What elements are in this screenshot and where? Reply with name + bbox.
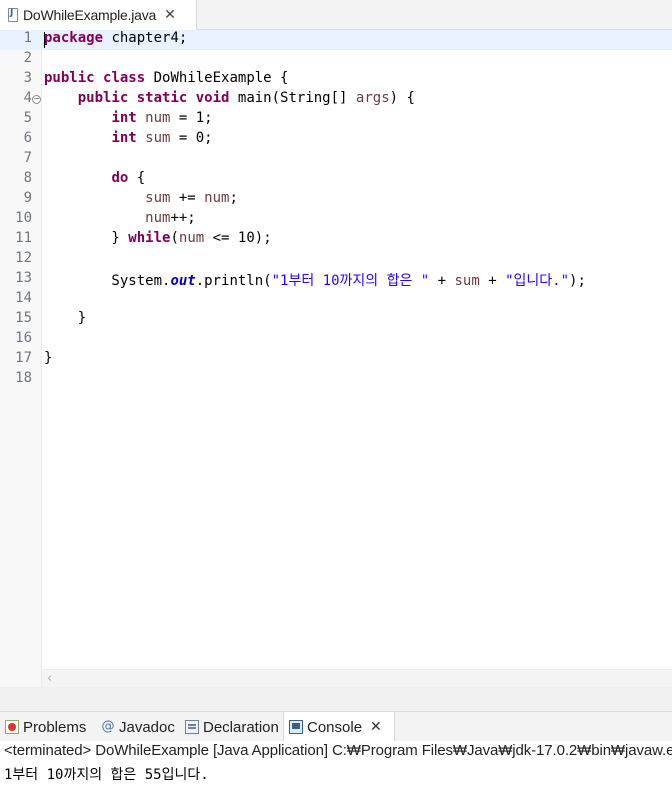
code-line[interactable]: 1 package chapter4; xyxy=(0,30,672,50)
editor-tab-bar: DoWhileExample.java ✕ xyxy=(0,0,672,30)
code-line[interactable]: 4− public static void main(String[] args… xyxy=(0,90,672,110)
java-file-icon xyxy=(8,8,18,22)
code-text: public static void main(String[] args) { xyxy=(77,90,415,106)
code-line[interactable]: 3 public class DoWhileExample { xyxy=(0,70,672,90)
tab-javadoc[interactable]: @ Javadoc xyxy=(96,712,180,742)
tab-console[interactable]: Console ✕ xyxy=(283,712,395,742)
line-number: 13 xyxy=(15,270,32,286)
code-text: } xyxy=(44,350,53,366)
line-number: 5 xyxy=(23,110,32,126)
bottom-view-tab-bar: Problems @ Javadoc Declaration Console ✕ xyxy=(0,711,672,742)
scroll-left-icon[interactable]: ‹ xyxy=(47,671,52,686)
code-line[interactable]: 9 sum += num; xyxy=(0,190,672,210)
code-text: int sum = 0; xyxy=(111,130,213,146)
code-line[interactable]: 6 int sum = 0; xyxy=(0,130,672,150)
code-line[interactable]: 17} xyxy=(0,350,672,370)
console-icon xyxy=(289,720,303,734)
console-view[interactable]: <terminated> DoWhileExample [Java Applic… xyxy=(0,741,672,812)
line-number: 16 xyxy=(15,330,32,346)
code-editor[interactable]: 1 package chapter4; 2 3 public class DoWhile… xyxy=(0,30,672,687)
code-text: public class DoWhileExample { xyxy=(44,70,289,86)
close-icon[interactable]: ✕ xyxy=(370,719,382,735)
line-number: 17 xyxy=(15,350,32,366)
view-separator xyxy=(0,687,672,711)
code-text: } while(num <= 10); xyxy=(44,230,272,246)
javadoc-icon: @ xyxy=(101,719,115,734)
problems-icon xyxy=(5,720,19,734)
tab-declaration[interactable]: Declaration xyxy=(180,712,283,742)
text-caret xyxy=(44,32,45,48)
line-number: 12 xyxy=(15,250,32,266)
horizontal-scrollbar[interactable]: ‹ xyxy=(42,669,672,687)
code-line[interactable]: 7 xyxy=(0,150,672,170)
code-line[interactable]: 2 xyxy=(0,50,672,70)
declaration-icon xyxy=(185,720,199,734)
code-line[interactable]: 13 System.out.println("1부터 10까지의 합은 " + … xyxy=(0,270,672,290)
line-number: 7 xyxy=(23,150,32,166)
close-icon[interactable]: ✕ xyxy=(164,8,176,22)
code-text: num++; xyxy=(145,210,196,226)
line-number: 10 xyxy=(15,210,32,226)
line-number: 8 xyxy=(23,170,32,186)
line-number: 9 xyxy=(23,190,32,206)
line-number: 11 xyxy=(15,230,32,246)
code-line[interactable]: 14 xyxy=(0,290,672,310)
code-line[interactable]: 5 int num = 1; xyxy=(0,110,672,130)
code-line[interactable]: 15 } xyxy=(0,310,672,330)
code-line[interactable]: 11 } while(num <= 10); xyxy=(0,230,672,250)
code-line[interactable]: 16 xyxy=(0,330,672,350)
line-number: 15 xyxy=(15,310,32,326)
code-text: package chapter4; xyxy=(44,30,188,46)
code-text: do { xyxy=(111,170,146,186)
code-line[interactable]: 8 do { xyxy=(0,170,672,190)
line-number: 6 xyxy=(23,130,32,146)
line-number: 14 xyxy=(15,290,32,306)
tab-label: Console xyxy=(307,718,363,736)
tab-label: Declaration xyxy=(203,718,279,736)
tab-label: Javadoc xyxy=(119,718,175,736)
editor-tab-title: DoWhileExample.java xyxy=(23,7,157,23)
console-output: 1부터 10까지의 합은 55입니다. xyxy=(4,767,209,783)
tab-label: Problems xyxy=(23,718,87,736)
code-line[interactable]: 12 xyxy=(0,250,672,270)
line-number: 3 xyxy=(23,70,32,86)
code-line[interactable]: 18 xyxy=(0,370,672,390)
tab-problems[interactable]: Problems xyxy=(0,712,96,742)
editor-tab-dowhileexample[interactable]: DoWhileExample.java ✕ xyxy=(0,0,197,30)
code-text: sum += num; xyxy=(145,190,238,206)
line-number: 1 xyxy=(23,30,32,46)
fold-collapse-icon[interactable]: − xyxy=(32,95,41,104)
line-number: 4 xyxy=(23,90,32,106)
line-number: 18 xyxy=(15,370,32,386)
code-text: System.out.println("1부터 10까지의 합은 " + sum… xyxy=(44,273,586,289)
console-process-status: <terminated> DoWhileExample [Java Applic… xyxy=(4,742,672,759)
line-number: 2 xyxy=(23,50,32,66)
code-text: int num = 1; xyxy=(111,110,213,126)
code-text: } xyxy=(44,310,87,326)
code-line[interactable]: 10 num++; xyxy=(0,210,672,230)
